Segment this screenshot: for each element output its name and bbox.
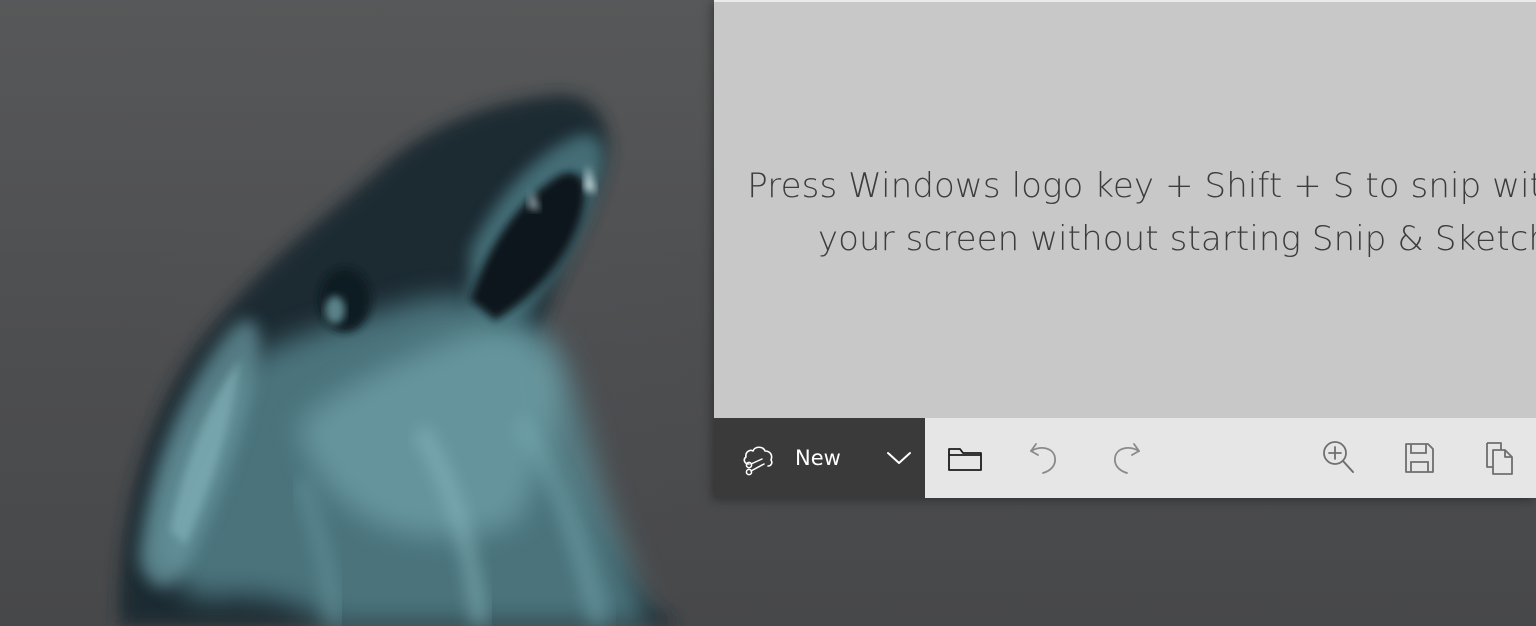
copy-button[interactable] [1477,436,1521,480]
save-icon [1405,443,1434,473]
redo-button[interactable] [1103,436,1147,480]
redo-icon [1114,443,1140,474]
new-snip-button[interactable]: New [714,418,872,498]
new-snip-label: New [795,446,841,470]
shortcut-hint: Press Windows logo key + Shift + S to sn… [714,160,1536,266]
zoom-button[interactable] [1317,436,1361,480]
chevron-down-icon [887,452,911,464]
zoom-in-icon [1323,441,1354,473]
shortcut-hint-line-1: Press Windows logo key + Shift + S to sn… [747,166,1536,206]
undo-icon [1030,443,1056,474]
snip-scissors-icon [740,440,776,476]
canvas-area: Press Windows logo key + Shift + S to sn… [714,0,1536,418]
shortcut-hint-line-2: your screen without starting Snip & Sket… [817,219,1536,259]
snip-sketch-window: Press Windows logo key + Shift + S to sn… [714,0,1536,498]
folder-icon [948,448,982,471]
open-file-button[interactable] [943,436,987,480]
toolbar: New [714,418,1536,498]
wolf-painting [119,95,680,626]
copy-icon [1486,442,1513,475]
undo-button[interactable] [1023,436,1067,480]
new-snip-dropdown[interactable] [872,418,925,498]
save-button[interactable] [1397,436,1441,480]
